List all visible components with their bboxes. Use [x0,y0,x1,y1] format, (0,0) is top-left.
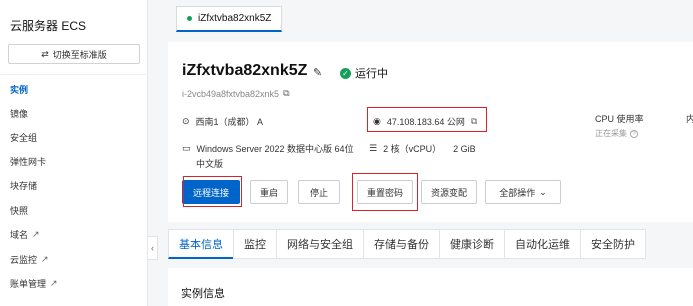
copy-icon[interactable]: ⧉ [283,88,289,99]
sidebar-collapse-button[interactable]: ‹ [148,236,158,260]
sidebar-item-security-groups[interactable]: 安全组 [10,131,37,144]
tab-label: 监控 [244,239,266,251]
tab-label: 存储与备份 [374,239,429,251]
sidebar-item-instances[interactable]: 实例 [10,83,28,96]
sidebar-item-cloud-monitor[interactable]: 云监控 ↗ [10,253,49,266]
all-operations-label: 全部操作 [499,187,536,198]
collecting-text: 正在采集 [595,129,627,138]
tab-label: 健康诊断 [450,239,494,251]
sidebar-item-eni[interactable]: 弹性网卡 [10,155,46,168]
tab-label: 自动化运维 [515,239,570,251]
os-sub-text: 中文版 [196,159,224,169]
monitor-icon: ▭ [182,143,191,153]
location-icon: ⊙ [182,116,190,126]
main-content: iZfxtvba82xnk5Z iZfxtvba82xnk5Z ✎ ✓ 运行中 … [168,0,693,306]
sidebar: 云服务器 ECS ⇄ 切换至标准版 实例 镜像 安全组 弹性网卡 块存储 快照 … [0,0,148,306]
external-link-icon: ↗ [32,229,40,239]
sidebar-item-block-storage[interactable]: 块存储 [10,179,37,192]
sidebar-item-billing[interactable]: 账单管理 ↗ [10,277,58,290]
region-text: 西南1（成都） A [195,117,264,127]
section-title: 实例信息 [181,288,225,300]
sidebar-item-label: 实例 [10,85,29,95]
running-dot-icon [187,16,192,21]
sidebar-item-label: 弹性网卡 [10,157,47,167]
instance-tab-label: iZfxtvba82xnk5Z [198,13,272,24]
tab-storage-backup[interactable]: 存储与备份 [363,229,439,259]
region-info: ⊙ 西南1（成都） A [182,115,263,128]
stop-label: 停止 [309,187,328,198]
truncated-label: 内 [686,114,693,124]
help-icon[interactable]: ? [630,129,638,138]
restart-label: 重启 [259,187,278,198]
tab-automation-ops[interactable]: 自动化运维 [504,229,580,259]
instance-tab[interactable]: iZfxtvba82xnk5Z [176,6,283,32]
sidebar-item-snapshots[interactable]: 快照 [10,204,28,217]
switch-edition-label: 切换至标准版 [52,49,107,60]
sidebar-item-label: 安全组 [10,133,38,143]
external-link-icon: ↗ [50,278,58,288]
cpu-text: 2 核（vCPU） [383,144,442,154]
check-circle-icon: ✓ [340,67,351,79]
instance-name: iZfxtvba82xnk5Z [182,62,308,79]
sidebar-item-label: 域名 [10,230,29,240]
edit-icon[interactable]: ✎ [313,66,322,79]
tab-label: 安全防护 [591,239,635,251]
spec-info: ☰ 2 核（vCPU） 2 GiB [369,142,476,155]
detail-tabs: 基本信息 监控 网络与安全组 存储与备份 健康诊断 自动化运维 安全防护 [168,229,693,259]
tab-security-protection[interactable]: 安全防护 [580,229,646,259]
sidebar-item-label: 账单管理 [10,279,47,289]
instance-summary-card: iZfxtvba82xnk5Z ✎ ✓ 运行中 i-2vcb49a8fxtvba… [168,42,693,222]
sidebar-item-label: 云监控 [10,255,38,265]
tab-network-security[interactable]: 网络与安全组 [276,229,363,259]
cpu-collecting-status: 正在采集 ? [595,128,638,139]
memory-text: 2 GiB [453,143,476,154]
sidebar-item-label: 快照 [10,206,29,216]
chevron-left-icon: ‹ [151,243,154,253]
resize-button[interactable]: 资源变配 [421,180,477,204]
instance-info-section: 实例信息 [168,268,693,306]
chevron-down-icon: ⌄ [539,186,547,197]
reset-password-highlight-box [352,173,418,211]
all-operations-dropdown[interactable]: 全部操作 ⌄ [485,180,561,204]
tab-label: 基本信息 [179,238,223,251]
restart-button[interactable]: 重启 [250,180,288,204]
swap-icon: ⇄ [41,48,49,59]
tab-basic-info[interactable]: 基本信息 [168,229,233,259]
tab-health-diagnosis[interactable]: 健康诊断 [439,229,504,259]
sidebar-item-label: 镜像 [10,109,29,119]
instance-id-text: i-2vcb49a8fxtvba82xnk5 [182,88,280,99]
ip-highlight-box [367,107,487,132]
stop-button[interactable]: 停止 [298,180,340,204]
product-title: 云服务器 ECS [10,19,87,33]
os-info: ▭ Windows Server 2022 数据中心版 64位 [182,142,354,155]
sidebar-item-label: 块存储 [10,181,38,191]
instance-id: i-2vcb49a8fxtvba82xnk5 ⧉ [182,88,290,99]
remote-highlight-box [183,176,242,207]
sidebar-divider [0,74,148,75]
external-link-icon: ↗ [41,254,49,264]
sidebar-item-domains[interactable]: 域名 ↗ [10,228,40,241]
status-text: 运行中 [355,68,388,80]
cpu-usage-label: CPU 使用率 [595,114,644,124]
spec-icon: ☰ [369,143,378,153]
os-text: Windows Server 2022 数据中心版 64位 [196,144,354,154]
switch-edition-button[interactable]: ⇄ 切换至标准版 [8,44,140,64]
resize-label: 资源变配 [430,187,467,198]
tab-label: 网络与安全组 [287,239,353,251]
status-badge: ✓ 运行中 [340,65,388,81]
tab-monitoring[interactable]: 监控 [233,229,276,259]
sidebar-item-images[interactable]: 镜像 [10,107,28,120]
